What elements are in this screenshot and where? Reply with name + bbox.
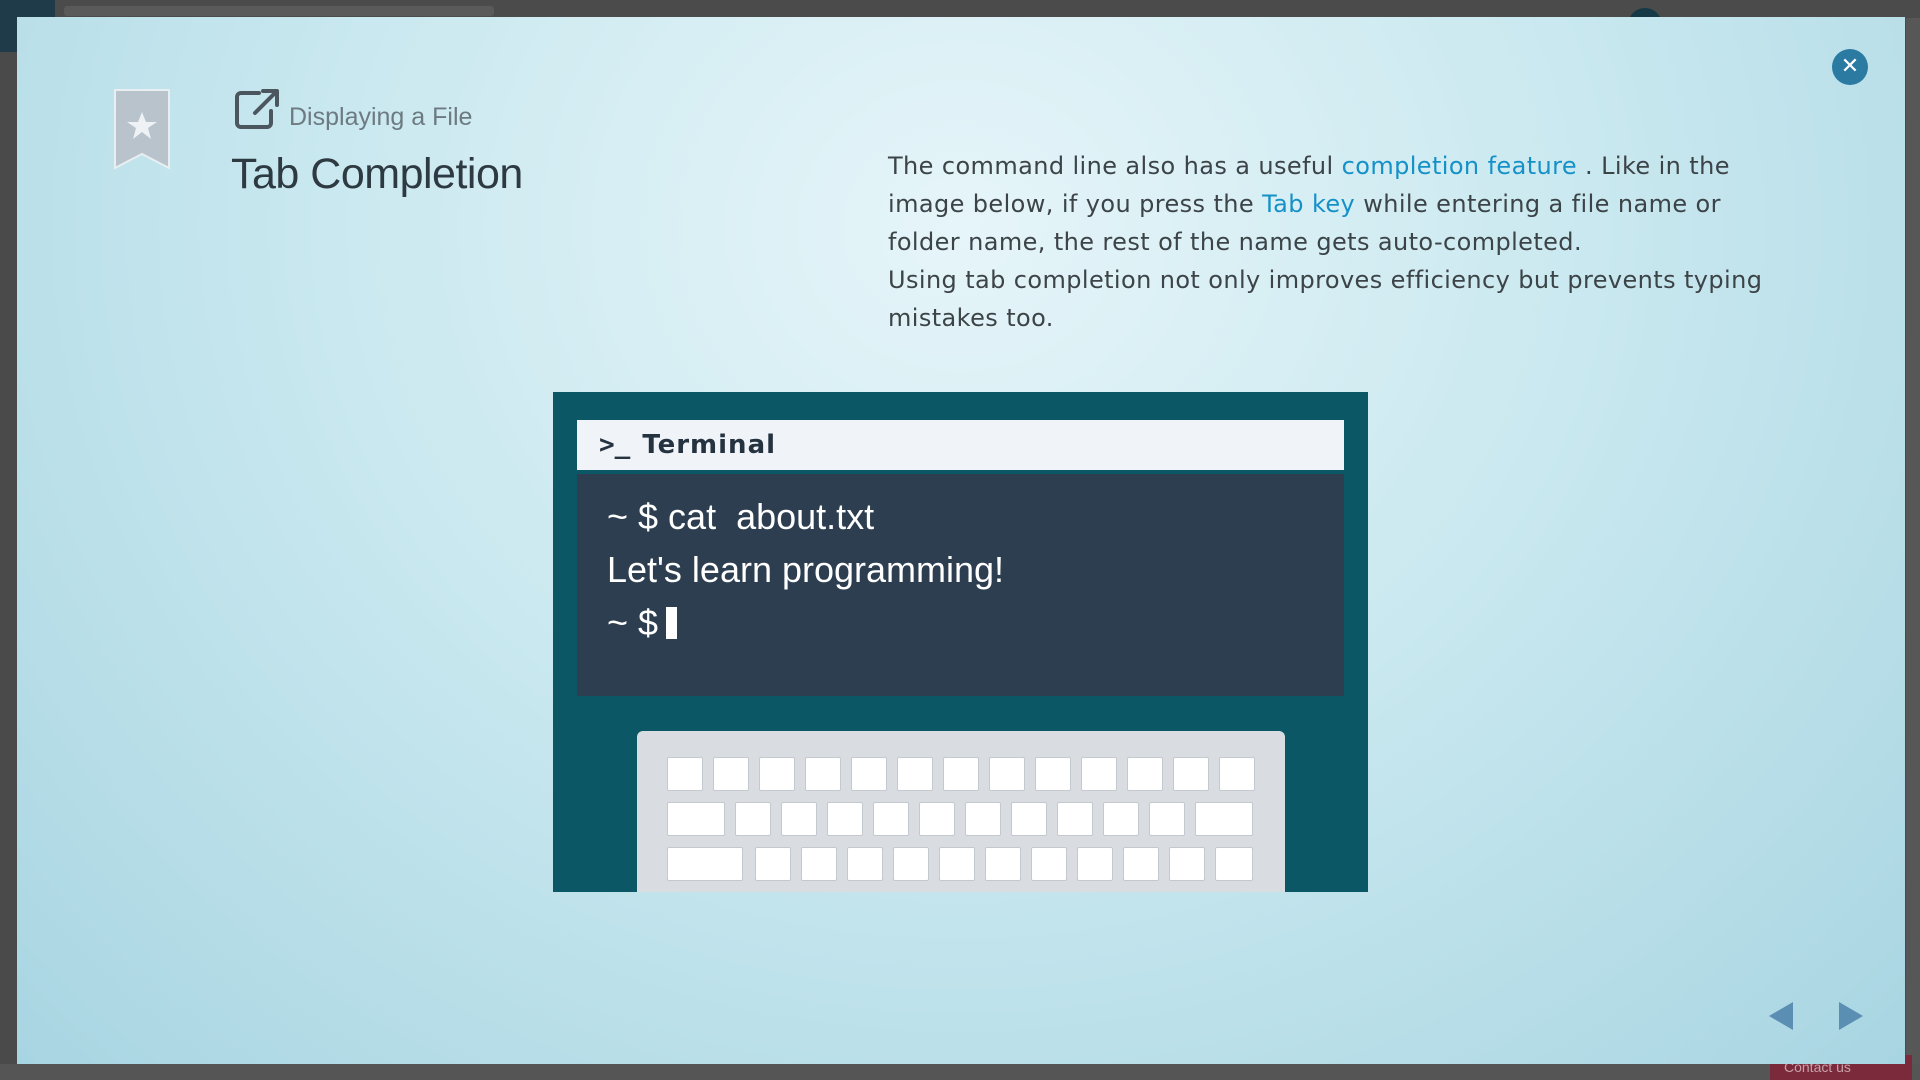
terminal-title: Terminal [642,430,777,460]
keyboard-key [1149,802,1185,836]
keyboard-key [1057,802,1093,836]
keyboard-key [827,802,863,836]
keyboard-key [873,802,909,836]
keyboard-key [781,802,817,836]
close-icon: ✕ [1840,54,1860,79]
keyboard-key [1123,847,1159,881]
keyboard-key [1169,847,1205,881]
terminal-illustration: >_ Terminal ~ $ cat about.txt Let's lear… [553,392,1368,892]
background-bottom-bar [0,1064,1920,1080]
keyboard-key [897,757,933,791]
arrow-left-icon[interactable] [1769,1002,1793,1030]
bookmark-star-icon[interactable] [113,88,171,170]
keyboard-key [919,802,955,836]
terminal-line: ~ $ [607,596,1344,649]
keyboard-key [1219,757,1255,791]
keyboard-key [939,847,975,881]
terminal-line: ~ $ cat about.txt [607,496,875,537]
keyboard-key [1035,757,1071,791]
keyboard-key [847,847,883,881]
terminal-prompt-icon: >_ [599,430,631,460]
keyboard-key [755,847,791,881]
terminal-title-bar: >_ Terminal [577,420,1344,470]
terminal-body: ~ $ cat about.txt Let's learn programmin… [577,474,1344,696]
external-link-icon[interactable] [233,87,281,131]
description-text: The command line also has a useful [888,152,1342,180]
keyboard-key [1173,757,1209,791]
keyboard-key [805,757,841,791]
terminal-prompt: ~ $ [607,602,659,643]
keyboard-key [1215,847,1253,881]
page-title: Tab Completion [231,150,523,198]
keyboard-key [713,757,749,791]
arrow-right-icon[interactable] [1839,1002,1863,1030]
tab-key-link[interactable]: Tab key [1262,190,1355,218]
background-scrollbar [1906,18,1920,1064]
background-search-bar [64,6,494,16]
keyboard-key [1195,802,1253,836]
keyboard-key [667,847,743,881]
terminal-line: Let's learn programming! [607,549,1005,590]
lesson-description: The command line also has a useful compl… [888,147,1788,337]
lesson-modal: Displaying a File Tab Completion ✕ The c… [17,17,1905,1064]
keyboard-key [759,757,795,791]
completion-feature-link[interactable]: completion feature [1342,152,1577,180]
lesson-subtitle: Displaying a File [289,103,473,131]
keyboard-key [851,757,887,791]
keyboard-key [985,847,1021,881]
keyboard-key [893,847,929,881]
keyboard-key [1127,757,1163,791]
keyboard-key [735,802,771,836]
terminal-cursor [666,607,678,639]
keyboard-key [1077,847,1113,881]
keyboard-key [989,757,1025,791]
keyboard-key [1103,802,1139,836]
description-text-2: Using tab completion not only improves e… [888,266,1763,332]
keyboard-key [1011,802,1047,836]
keyboard-key [1031,847,1067,881]
keyboard-graphic [637,731,1285,892]
keyboard-key [801,847,837,881]
keyboard-key [943,757,979,791]
close-button[interactable]: ✕ [1832,49,1868,85]
keyboard-key [667,757,703,791]
keyboard-key [667,802,725,836]
keyboard-key [1081,757,1117,791]
keyboard-key [965,802,1001,836]
